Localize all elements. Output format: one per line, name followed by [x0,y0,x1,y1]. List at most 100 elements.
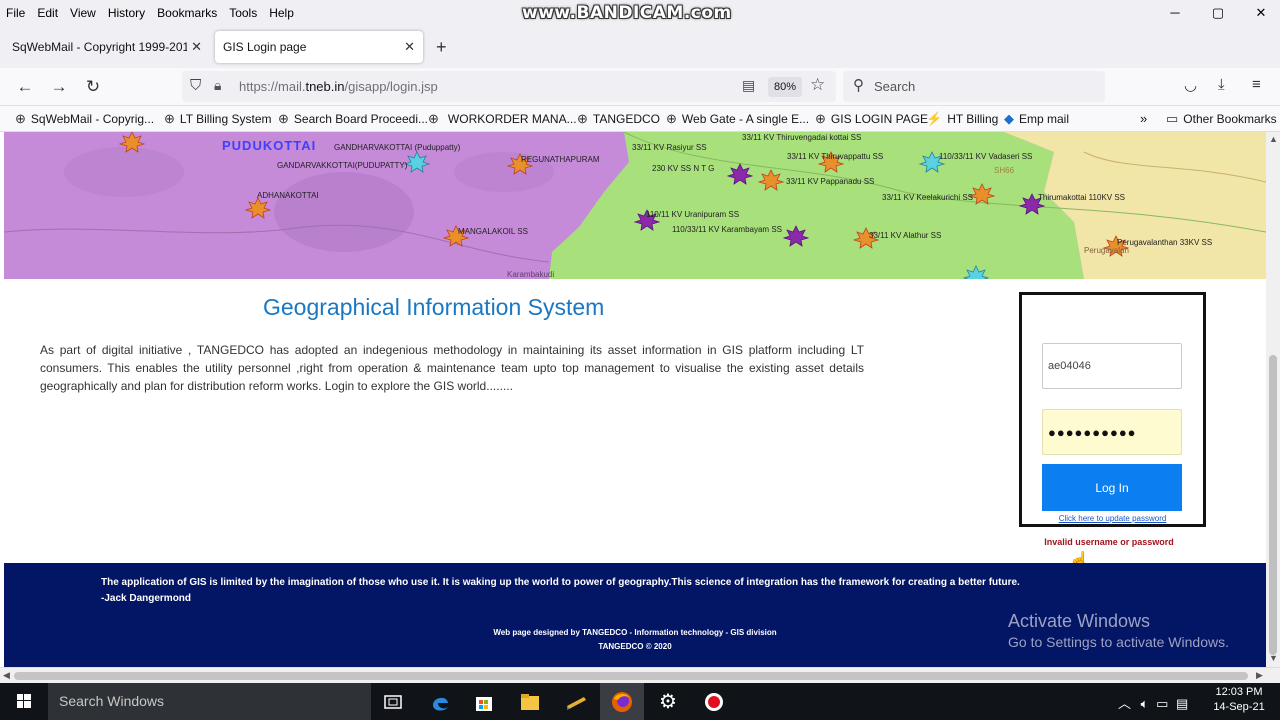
search-bar[interactable]: ⚲ Search [843,71,1105,102]
folder-icon: ▭ [1166,111,1179,126]
close-tab-icon[interactable]: ✕ [404,39,415,55]
map-label: 33/11 KV Keelakurichi SS [882,193,974,202]
scroll-left-icon[interactable]: ◀ [3,670,10,681]
map-label: Perugavalan [1084,246,1129,255]
map-label: 33/11 KV Thiruvengadai kottai SS [742,133,862,142]
password-input[interactable]: ●●●●●●●●●● [1042,409,1182,455]
horizontal-scrollbar[interactable]: ◀ ▶ [0,667,1280,683]
reader-view-icon[interactable]: ▤ [742,77,755,94]
bookmark-search-board[interactable]: ⊕ Search Board Proceedi... [278,111,428,127]
menu-edit[interactable]: Edit [37,6,58,20]
task-view-icon[interactable] [371,683,415,720]
app-icon[interactable] [554,683,598,720]
vertical-scrollbar[interactable]: ▲ ▼ [1266,132,1280,667]
bookmark-tangedco[interactable]: ⊕ TANGEDCO [577,111,660,127]
taskbar-search[interactable]: Search Windows [48,683,371,720]
bookmark-star-icon[interactable]: ☆ [810,75,825,95]
horizontal-scroll-thumb[interactable] [14,672,1248,680]
settings-gear-icon[interactable]: ⚙ [646,683,690,720]
page-content: PUDUKOTTAI GANDHARVAKOTTAI (Puduppatty) … [4,132,1266,667]
bookmark-ht-billing[interactable]: ⚡ HT Billing [926,111,998,127]
minimize-button[interactable]: ─ [1155,3,1195,23]
edge-icon[interactable] [418,683,462,720]
bookmark-label: GIS LOGIN PAGE [830,112,929,126]
username-input[interactable] [1042,343,1182,389]
taskbar-search-placeholder: Search Windows [59,693,165,709]
tab-bar: SqWebMail - Copyright 1999-2015 D ✕ GIS … [0,26,1280,68]
bookmark-web-gate[interactable]: ⊕ Web Gate - A single E... [666,111,809,127]
menu-file[interactable]: File [6,6,25,20]
bookmark-lt-billing[interactable]: ⊕ LT Billing System [164,111,272,127]
notification-icon[interactable]: ▤ [1176,696,1188,711]
tab-sqwebmail[interactable]: SqWebMail - Copyright 1999-2015 D ✕ [4,31,210,63]
bookmark-sqwebmail[interactable]: ⊕ SqWebMail - Copyrig... [15,111,154,127]
tracking-shield-icon[interactable]: ⛉ [190,77,201,94]
scroll-down-icon[interactable]: ▼ [1269,653,1278,663]
downloads-icon[interactable]: ⤓ [1218,76,1225,93]
file-explorer-icon[interactable] [508,683,552,720]
vertical-scroll-thumb[interactable] [1269,355,1277,655]
map-label: MANGALAKOIL SS [458,227,528,236]
map-label: ADHANAKOTTAI [257,191,319,200]
url-path: /gisapp/login.jsp [344,79,438,94]
update-password-link[interactable]: Click here to update password [1022,514,1203,523]
maximize-button[interactable]: ▢ [1198,3,1238,23]
record-icon[interactable] [692,683,736,720]
map-label: GANDHARVAKOTTAI (Puduppatty) [334,143,461,152]
url-text[interactable]: https://mail.tneb.in/gisapp/login.jsp [239,79,438,94]
map-label: Karambakudi [507,270,555,279]
more-bookmarks-chevron-icon[interactable]: » [1140,111,1147,126]
close-tab-icon[interactable]: ✕ [191,39,202,55]
browser-window: File Edit View History Bookmarks Tools H… [0,0,1280,720]
firefox-icon[interactable] [600,683,644,720]
back-arrow-icon[interactable]: ← [14,76,36,98]
globe-icon: ⊕ [577,111,588,126]
tab-gis-login[interactable]: GIS Login page ✕ [215,31,423,63]
menu-bookmarks[interactable]: Bookmarks [157,6,217,20]
url-prefix: https://mail. [239,79,306,94]
lock-icon[interactable]: 🔒︎ [214,77,221,94]
login-panel: ●●●●●●●●●● Log In Click here to update p… [1019,292,1206,527]
start-button[interactable] [0,683,48,720]
zoom-level[interactable]: 80% [768,77,802,97]
navigation-bar: ← → ↻ ⛉ 🔒︎ https://mail.tneb.in/gisapp/l… [0,68,1280,106]
menu-view[interactable]: View [70,6,96,20]
pocket-icon[interactable]: ◡ [1184,76,1197,94]
bookmark-emp-mail[interactable]: ◆ Emp mail [1004,111,1069,127]
system-tray[interactable]: ︿ 🔈︎ ▭ ▤ [1118,693,1188,712]
bookmark-workorder[interactable]: ⊕ WORKORDER MANA... [428,111,577,127]
volume-icon[interactable]: 🔈︎ [1141,696,1149,711]
store-icon[interactable] [462,683,506,720]
url-bar[interactable]: ⛉ 🔒︎ https://mail.tneb.in/gisapp/login.j… [182,71,836,102]
bookmark-gis-login[interactable]: ⊕ GIS LOGIN PAGE [815,111,928,127]
activate-subtitle: Go to Settings to activate Windows. [1008,634,1229,650]
scroll-up-icon[interactable]: ▲ [1269,134,1278,144]
quote-text: The application of GIS is limited by the… [101,577,1020,588]
login-button[interactable]: Log In [1042,464,1182,511]
footer-quote: The application of GIS is limited by the… [101,575,1020,607]
reload-icon[interactable]: ↻ [82,76,104,98]
other-bookmarks[interactable]: ▭ Other Bookmarks [1166,111,1277,127]
bandicam-watermark: www.BANDICAM.com [522,3,732,23]
bookmark-label: LT Billing System [179,112,272,126]
map-label: 33/11 KV Alathur SS [869,231,942,240]
forward-arrow-icon[interactable]: → [48,76,70,98]
map-label: 110/33/11 KV Karambayam SS [672,225,782,234]
new-tab-button[interactable]: + [436,37,447,58]
map-label: 110/11 KV Uranipuram SS [646,210,740,219]
bookmark-label: Emp mail [1019,112,1070,126]
menu-tools[interactable]: Tools [229,6,257,20]
bookmark-label: Other Bookmarks [1183,112,1277,126]
menu-help[interactable]: Help [269,6,294,20]
hamburger-menu-icon[interactable]: ≡ [1252,76,1261,93]
globe-icon: ⊕ [428,111,439,126]
close-window-button[interactable]: ✕ [1241,3,1280,23]
globe-icon: ⊕ [815,111,826,126]
map-label: SH66 [994,166,1015,175]
scroll-right-icon[interactable]: ▶ [1256,670,1263,681]
menu-history[interactable]: History [108,6,145,20]
clock[interactable]: 12:03 PM 14-Sep-21 [1209,685,1269,715]
chevron-up-icon[interactable]: ︿ [1118,696,1131,711]
bookmark-label: Web Gate - A single E... [681,112,810,126]
network-icon[interactable]: ▭ [1156,696,1168,711]
